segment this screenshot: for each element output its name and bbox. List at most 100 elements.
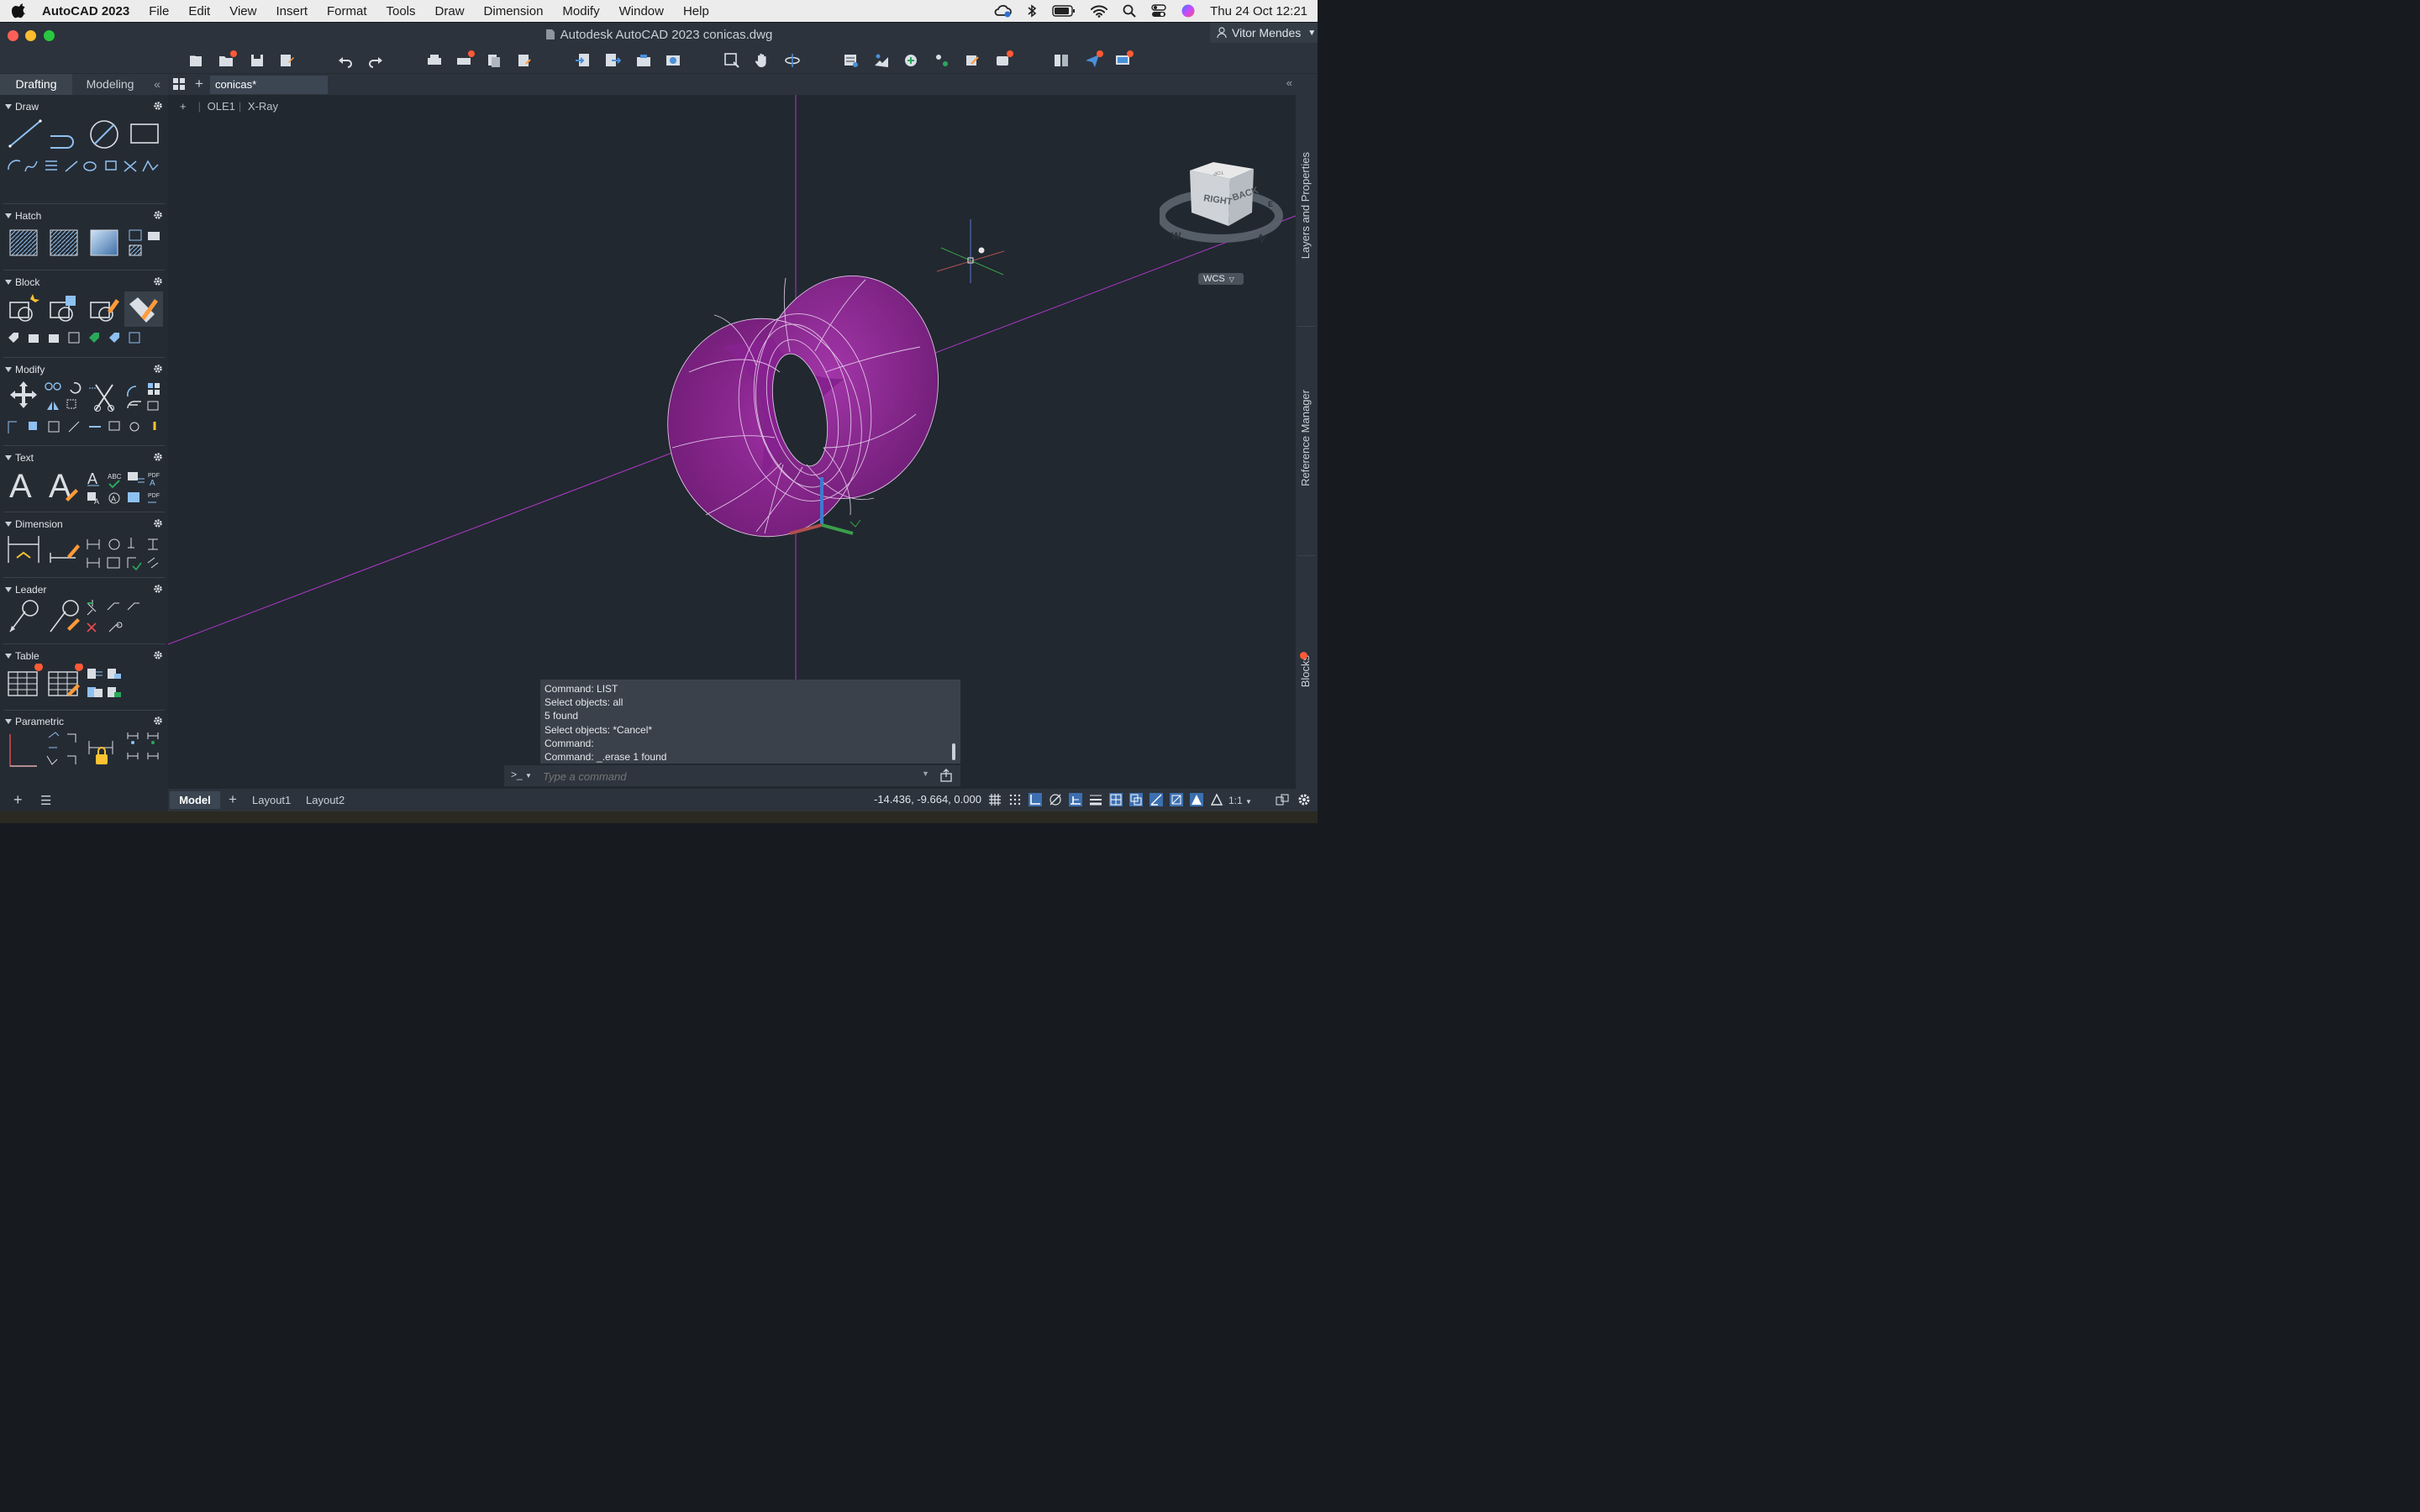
gear-icon[interactable] xyxy=(153,716,163,726)
transparency-icon[interactable] xyxy=(1109,793,1123,806)
import-icon[interactable] xyxy=(575,52,592,69)
table-tools-group[interactable] xyxy=(7,664,166,706)
pan-hand-icon[interactable] xyxy=(754,52,771,69)
add-palette-icon[interactable]: + xyxy=(13,791,23,809)
gear-icon[interactable] xyxy=(153,276,163,286)
command-input[interactable] xyxy=(541,768,914,785)
lineweight-icon[interactable] xyxy=(1089,793,1102,806)
autodesk-app-store-button[interactable] xyxy=(994,50,1013,69)
bluetooth-icon[interactable] xyxy=(1027,4,1037,18)
layers-properties-panel-tab[interactable]: Layers and Properties xyxy=(1299,152,1312,259)
settings-gear-icon[interactable] xyxy=(1297,793,1311,806)
modify-tools-group[interactable] xyxy=(7,380,166,444)
gear-icon[interactable] xyxy=(153,518,163,528)
palette-menu-icon[interactable]: ☰ xyxy=(40,793,51,808)
wifi-icon[interactable] xyxy=(1091,4,1108,18)
section-parametric[interactable]: Parametric xyxy=(0,714,168,729)
blocks-panel-tab[interactable]: Blocks xyxy=(1299,655,1312,687)
menu-dimension[interactable]: Dimension xyxy=(484,4,544,18)
tab-conicas[interactable]: conicas* xyxy=(210,76,328,94)
polar-tracking-icon[interactable] xyxy=(1049,793,1062,806)
menu-draw[interactable]: Draw xyxy=(435,4,465,18)
reference-manager-panel-tab[interactable]: Reference Manager xyxy=(1299,390,1312,486)
siri-icon[interactable] xyxy=(1181,4,1195,18)
menu-edit[interactable]: Edit xyxy=(188,4,210,18)
tab-layout1[interactable]: Layout1 xyxy=(252,791,291,809)
menu-app-name[interactable]: AutoCAD 2023 xyxy=(42,4,129,18)
dynamic-ucs-icon[interactable] xyxy=(1170,793,1183,806)
menu-modify[interactable]: Modify xyxy=(562,4,599,18)
workspace-switch-icon[interactable] xyxy=(1276,793,1289,806)
command-prompt-menu[interactable]: >_ ▼ xyxy=(511,769,532,780)
menu-tools[interactable]: Tools xyxy=(387,4,416,18)
section-modify[interactable]: Modify xyxy=(0,362,168,377)
text-tools-group[interactable]: A A A ABC PDFA A A PDF xyxy=(7,467,166,507)
leader-tools-group[interactable] xyxy=(7,598,166,640)
collapse-panels-icon[interactable]: « xyxy=(1286,76,1292,89)
group-icon[interactable] xyxy=(934,52,950,69)
section-hatch[interactable]: Hatch xyxy=(0,208,168,223)
new-file-icon[interactable] xyxy=(187,52,204,69)
undo-icon[interactable] xyxy=(337,52,354,69)
section-table[interactable]: Table xyxy=(0,648,168,664)
attach-icon[interactable] xyxy=(635,52,652,69)
menu-format[interactable]: Format xyxy=(327,4,367,18)
apple-icon[interactable] xyxy=(12,3,27,18)
start-tab-grid-icon[interactable] xyxy=(173,78,185,90)
wcs-menu-button[interactable]: WCS ▽ xyxy=(1198,273,1244,285)
section-block[interactable]: Block xyxy=(0,275,168,290)
share-drawing-button[interactable] xyxy=(1084,50,1103,69)
gear-icon[interactable] xyxy=(153,210,163,220)
annotation-visibility-icon[interactable] xyxy=(1190,793,1203,806)
save-icon[interactable] xyxy=(249,52,266,69)
spotlight-search-icon[interactable] xyxy=(1123,4,1136,18)
tab-drafting[interactable]: Drafting xyxy=(0,74,72,95)
share-command-icon[interactable] xyxy=(939,769,953,782)
snap-icon[interactable] xyxy=(1008,793,1022,806)
user-account-button[interactable]: Vitor Mendes ▼ xyxy=(1210,23,1318,43)
tab-model[interactable]: Model xyxy=(170,791,220,809)
recent-commands-chevron-icon[interactable]: ▼ xyxy=(922,769,929,778)
section-leader[interactable]: Leader xyxy=(0,582,168,597)
publish-icon[interactable] xyxy=(486,52,502,69)
hatch-tools-group[interactable] xyxy=(7,227,166,260)
menu-view[interactable]: View xyxy=(229,4,256,18)
tab-layout2[interactable]: Layout2 xyxy=(306,791,345,809)
batch-plot-button[interactable] xyxy=(455,50,475,69)
add-layout-icon[interactable]: + xyxy=(229,790,237,808)
grid-icon[interactable] xyxy=(988,793,1002,806)
menu-file[interactable]: File xyxy=(149,4,169,18)
compass-w-label[interactable]: W xyxy=(1171,230,1181,242)
viewcube[interactable]: RIGHT BACK TOP W N E xyxy=(1160,159,1286,251)
gear-icon[interactable] xyxy=(153,452,163,462)
match-layer-icon[interactable] xyxy=(873,52,890,69)
section-dimension[interactable]: Dimension xyxy=(0,517,168,532)
creative-cloud-icon[interactable] xyxy=(993,4,1012,18)
zoom-window-icon[interactable] xyxy=(723,52,740,69)
block-editor-icon[interactable] xyxy=(964,52,981,69)
parametric-tools-group[interactable] xyxy=(7,731,166,773)
ortho-icon[interactable] xyxy=(1028,793,1042,806)
hyperboloid-surface[interactable] xyxy=(654,264,952,549)
compare-icon[interactable] xyxy=(1053,52,1070,69)
tab-modeling[interactable]: Modeling xyxy=(76,74,145,95)
gear-icon[interactable] xyxy=(153,584,163,594)
redo-icon[interactable] xyxy=(367,52,384,69)
menu-window[interactable]: Window xyxy=(619,4,664,18)
cursor-coordinates[interactable]: -14.436, -9.664, 0.000 xyxy=(874,793,981,806)
layer-properties-icon[interactable] xyxy=(843,52,860,69)
auto-scale-icon[interactable] xyxy=(1210,793,1223,806)
dimension-tools-group[interactable] xyxy=(7,533,166,575)
section-draw[interactable]: Draw xyxy=(0,99,168,114)
block-tools-group[interactable] xyxy=(7,292,166,353)
isodraft-icon[interactable] xyxy=(1069,793,1082,806)
gear-icon[interactable] xyxy=(153,650,163,660)
orbit-icon[interactable] xyxy=(784,52,801,69)
draw-tools-group[interactable] xyxy=(7,118,166,176)
menu-insert[interactable]: Insert xyxy=(276,4,308,18)
export-icon[interactable] xyxy=(604,52,621,69)
collapse-palette-icon[interactable]: « xyxy=(148,74,166,95)
control-center-icon[interactable] xyxy=(1151,4,1166,18)
menubar-clock[interactable]: Thu 24 Oct 12:21 xyxy=(1210,4,1307,18)
section-text[interactable]: Text xyxy=(0,450,168,465)
